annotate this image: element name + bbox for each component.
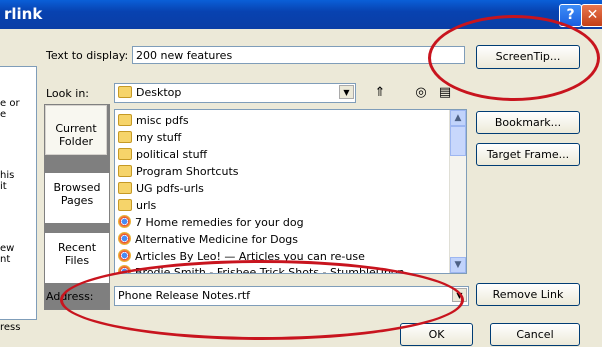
browse-web-icon[interactable]: ◎ <box>411 84 431 102</box>
scroll-down-icon[interactable]: ▼ <box>450 257 466 273</box>
ok-button[interactable]: OK <box>400 323 473 346</box>
folder-icon <box>118 148 132 160</box>
file-name: urls <box>136 199 157 212</box>
link-to-text: ress <box>0 322 21 333</box>
places-bar: Current Folder Browsed Pages Recent File… <box>44 104 110 310</box>
place-label: Current <box>55 122 97 135</box>
place-browsed-pages[interactable]: Browsed Pages <box>45 173 109 223</box>
chrome-shortcut-icon <box>118 249 131 262</box>
folder-icon <box>118 199 132 211</box>
list-item[interactable]: 7 Home remedies for your dog <box>118 214 304 231</box>
file-name: Articles By Leo! — Articles you can re-u… <box>135 250 365 263</box>
link-to-text: his <box>0 170 15 181</box>
file-name: Alternative Medicine for Dogs <box>135 233 299 246</box>
list-item[interactable]: my stuff <box>118 129 181 146</box>
file-name: misc pdfs <box>136 114 189 127</box>
address-input[interactable]: Phone Release Notes.rtf ▼ <box>114 286 469 306</box>
list-item[interactable]: political stuff <box>118 146 207 163</box>
address-value: Phone Release Notes.rtf <box>118 289 251 302</box>
folder-icon <box>118 114 132 126</box>
up-folder-icon[interactable]: ⇑ <box>370 84 390 102</box>
place-label: Browsed <box>53 181 101 194</box>
folder-icon <box>118 182 132 194</box>
link-to-pane: e or e his it ew nt <box>0 66 37 320</box>
text-to-display-label: Text to display: <box>46 49 129 62</box>
title-bar: rlink ? ✕ <box>0 0 602 29</box>
chevron-down-icon[interactable]: ▼ <box>339 85 354 99</box>
list-item[interactable]: urls <box>118 197 156 214</box>
file-name: Program Shortcuts <box>136 165 239 178</box>
file-name: UG pdfs-urls <box>136 182 204 195</box>
browse-file-icon[interactable]: ▤ <box>435 84 455 102</box>
folder-icon <box>118 86 132 98</box>
link-to-text: ew <box>0 243 15 254</box>
window-title: rlink <box>4 5 43 23</box>
link-to-text: e <box>0 109 7 120</box>
place-label: Recent <box>57 241 97 254</box>
bookmark-button[interactable]: Bookmark... <box>476 111 580 134</box>
list-item[interactable]: UG pdfs-urls <box>118 180 204 197</box>
list-item[interactable]: Program Shortcuts <box>118 163 239 180</box>
address-label: Address: <box>46 290 94 303</box>
place-label: Pages <box>60 194 94 207</box>
folder-icon <box>118 165 132 177</box>
look-in-dropdown[interactable]: Desktop ▼ <box>114 83 356 103</box>
cancel-button[interactable]: Cancel <box>490 323 580 346</box>
file-name: my stuff <box>136 131 182 144</box>
look-in-value: Desktop <box>136 86 182 99</box>
chevron-down-icon[interactable]: ▼ <box>452 288 467 302</box>
place-recent-files[interactable]: Recent Files <box>45 233 109 283</box>
screentip-button[interactable]: ScreenTip... <box>476 45 580 69</box>
file-name: political stuff <box>136 148 208 161</box>
list-item[interactable]: Articles By Leo! — Articles you can re-u… <box>118 248 365 265</box>
chrome-shortcut-icon <box>118 215 131 228</box>
list-item[interactable]: misc pdfs <box>118 112 189 129</box>
place-current-folder[interactable]: Current Folder <box>45 105 107 155</box>
link-to-text: nt <box>0 254 11 265</box>
target-frame-button[interactable]: Target Frame... <box>476 143 580 166</box>
close-button[interactable]: ✕ <box>581 4 602 27</box>
chrome-shortcut-icon <box>118 232 131 245</box>
help-button[interactable]: ? <box>559 4 582 27</box>
scroll-thumb[interactable] <box>450 126 466 156</box>
folder-icon <box>118 131 132 143</box>
look-in-label: Look in: <box>46 87 89 100</box>
chrome-shortcut-icon <box>118 265 131 273</box>
remove-link-button[interactable]: Remove Link <box>476 283 580 306</box>
list-item[interactable]: Alternative Medicine for Dogs <box>118 231 298 248</box>
file-name: 7 Home remedies for your dog <box>135 216 304 229</box>
place-label: Folder <box>59 135 93 148</box>
vertical-scrollbar[interactable]: ▲ ▼ <box>449 110 466 273</box>
text-to-display-input[interactable]: 200 new features <box>132 46 465 64</box>
file-list[interactable]: misc pdfs my stuff political stuff Progr… <box>114 109 467 274</box>
file-name: Brodie Smith - Frisbee Trick Shots - Stu… <box>135 266 405 274</box>
list-item[interactable]: Brodie Smith - Frisbee Trick Shots - Stu… <box>118 264 405 274</box>
link-to-text: e or <box>0 98 20 109</box>
link-to-text: it <box>0 181 7 192</box>
scroll-up-icon[interactable]: ▲ <box>450 110 466 126</box>
place-label: Files <box>64 254 90 267</box>
